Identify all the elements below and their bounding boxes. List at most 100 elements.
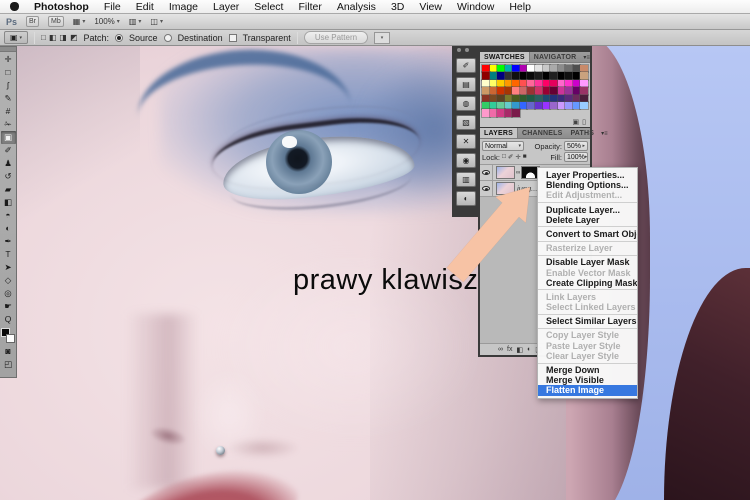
menubar-item[interactable]: 3D bbox=[391, 1, 404, 13]
tool-button[interactable]: ◎ bbox=[1, 287, 16, 300]
color-swatch[interactable] bbox=[564, 63, 574, 74]
selection-mode-icon[interactable]: ◨ bbox=[59, 33, 67, 42]
transparent-label[interactable]: Transparent bbox=[243, 33, 291, 43]
color-swatch[interactable] bbox=[534, 78, 544, 89]
panel-menu-icon[interactable]: ▾≡ bbox=[598, 128, 611, 138]
tool-button[interactable]: ✒ bbox=[1, 235, 16, 248]
tool-button[interactable]: ✐ bbox=[1, 144, 16, 157]
blend-mode-select[interactable]: Normal ▾ bbox=[482, 141, 524, 151]
panel-tab[interactable]: NAVIGATOR bbox=[530, 52, 581, 62]
selection-mode-icon[interactable]: □ bbox=[41, 33, 46, 42]
fill-input[interactable]: 100% ▸ bbox=[564, 152, 588, 162]
color-swatch[interactable] bbox=[496, 71, 506, 81]
lock-option-icon[interactable]: ✐ bbox=[508, 153, 513, 161]
apple-menu-icon[interactable] bbox=[10, 2, 19, 11]
color-swatch[interactable] bbox=[488, 78, 499, 89]
menubar-item[interactable]: Layer bbox=[213, 1, 239, 13]
pattern-picker[interactable]: ▾ bbox=[374, 31, 391, 44]
context-menu-item[interactable] bbox=[538, 202, 637, 204]
context-menu-item[interactable] bbox=[538, 362, 637, 364]
color-swatch[interactable] bbox=[556, 78, 567, 89]
context-menu-item[interactable] bbox=[538, 327, 637, 329]
menubar-item[interactable]: Help bbox=[509, 1, 531, 13]
color-swatch[interactable] bbox=[549, 93, 559, 104]
color-swatch[interactable] bbox=[571, 63, 582, 74]
opacity-input[interactable]: 50% ▸ bbox=[564, 141, 588, 151]
screen-mode-button[interactable]: ◫ ▾ bbox=[150, 17, 163, 26]
color-swatch[interactable] bbox=[496, 93, 506, 104]
context-menu-item[interactable]: Link Layers bbox=[538, 292, 637, 302]
color-swatch[interactable] bbox=[541, 63, 552, 74]
context-menu-item[interactable]: Layer Properties... bbox=[538, 170, 637, 180]
color-swatch[interactable] bbox=[549, 100, 559, 111]
color-swatch[interactable] bbox=[556, 63, 567, 74]
tool-button[interactable]: ↺ bbox=[1, 170, 16, 183]
menubar-item[interactable]: Filter bbox=[298, 1, 321, 13]
menubar-item[interactable]: Select bbox=[254, 1, 283, 13]
color-swatch[interactable] bbox=[571, 71, 582, 81]
color-swatch[interactable] bbox=[503, 108, 514, 118]
color-swatch[interactable] bbox=[496, 86, 506, 96]
destination-label[interactable]: Destination bbox=[178, 33, 223, 43]
menubar-item[interactable]: Edit bbox=[136, 1, 154, 13]
color-swatch[interactable] bbox=[526, 86, 536, 96]
color-swatch[interactable] bbox=[526, 100, 536, 111]
color-swatch[interactable] bbox=[579, 78, 589, 89]
color-swatch[interactable] bbox=[511, 63, 521, 74]
color-swatch[interactable] bbox=[549, 78, 559, 89]
panel-tab[interactable]: PATHS bbox=[566, 128, 598, 138]
context-menu-item[interactable]: Delete Layer bbox=[538, 215, 637, 225]
color-swatch[interactable] bbox=[511, 93, 521, 104]
color-swatch[interactable] bbox=[579, 63, 589, 74]
color-swatch[interactable] bbox=[496, 100, 506, 111]
context-menu-item[interactable]: Disable Layer Mask bbox=[538, 257, 637, 267]
color-swatch[interactable] bbox=[481, 71, 491, 81]
menubar-item[interactable]: File bbox=[104, 1, 121, 13]
color-swatch[interactable] bbox=[481, 78, 491, 89]
panel-tab[interactable]: SWATCHES bbox=[480, 52, 530, 62]
panel-tab[interactable]: CHANNELS bbox=[518, 128, 567, 138]
bridge-button[interactable]: Br bbox=[26, 16, 40, 27]
context-menu-item[interactable]: Merge Down bbox=[538, 365, 637, 375]
color-swatch[interactable] bbox=[488, 86, 499, 96]
color-swatch[interactable] bbox=[534, 93, 544, 104]
tool-button[interactable]: ◐ bbox=[1, 222, 16, 235]
color-swatch[interactable] bbox=[556, 93, 567, 104]
color-swatch[interactable] bbox=[511, 108, 521, 118]
source-radio[interactable] bbox=[115, 33, 124, 42]
context-menu-item[interactable]: Clear Layer Style bbox=[538, 351, 637, 361]
color-swatch[interactable] bbox=[518, 86, 529, 96]
tool-button[interactable]: ✎ bbox=[1, 92, 16, 105]
color-swatch[interactable] bbox=[579, 86, 589, 96]
selection-mode-icon[interactable]: ◩ bbox=[70, 33, 78, 42]
toolbar-extra-button[interactable]: ◙ bbox=[1, 345, 16, 358]
color-swatch[interactable] bbox=[518, 71, 529, 81]
dock-window-controls[interactable] bbox=[457, 48, 469, 52]
panel-menu-icon[interactable]: ▾≡ bbox=[580, 52, 593, 62]
color-swatch[interactable] bbox=[481, 108, 491, 118]
zoom-level-dropdown[interactable]: 100% ▾ bbox=[94, 17, 119, 26]
dock-panel-button[interactable]: ▧ bbox=[456, 115, 476, 130]
context-menu-item[interactable]: Convert to Smart Object bbox=[538, 229, 637, 239]
dock-panel-button[interactable]: ◍ bbox=[456, 96, 476, 111]
dock-panel-button[interactable]: ✐ bbox=[456, 58, 476, 73]
color-swatch[interactable] bbox=[549, 86, 559, 96]
color-swatch[interactable] bbox=[579, 93, 589, 104]
lock-option-icon[interactable]: □ bbox=[502, 153, 506, 161]
color-swatch[interactable] bbox=[564, 71, 574, 81]
color-swatch[interactable] bbox=[518, 93, 529, 104]
palette-grip[interactable] bbox=[0, 47, 16, 52]
tool-button[interactable]: ➤ bbox=[1, 261, 16, 274]
swatch-footer-icon[interactable]: ▯ bbox=[582, 118, 586, 126]
transparent-checkbox[interactable] bbox=[228, 33, 237, 42]
tool-button[interactable]: ✛ bbox=[1, 53, 16, 66]
tool-button[interactable]: ◧ bbox=[1, 196, 16, 209]
color-swatch[interactable] bbox=[488, 108, 499, 118]
color-swatch[interactable] bbox=[549, 71, 559, 81]
color-swatch[interactable] bbox=[503, 93, 514, 104]
color-swatch[interactable] bbox=[488, 63, 499, 74]
swatch-footer-icon[interactable]: ▣ bbox=[573, 118, 580, 126]
tool-button[interactable]: ✁ bbox=[1, 118, 16, 131]
context-menu-item[interactable]: Select Similar Layers bbox=[538, 316, 637, 326]
view-extras-button[interactable]: ▦ ▾ bbox=[73, 17, 86, 26]
